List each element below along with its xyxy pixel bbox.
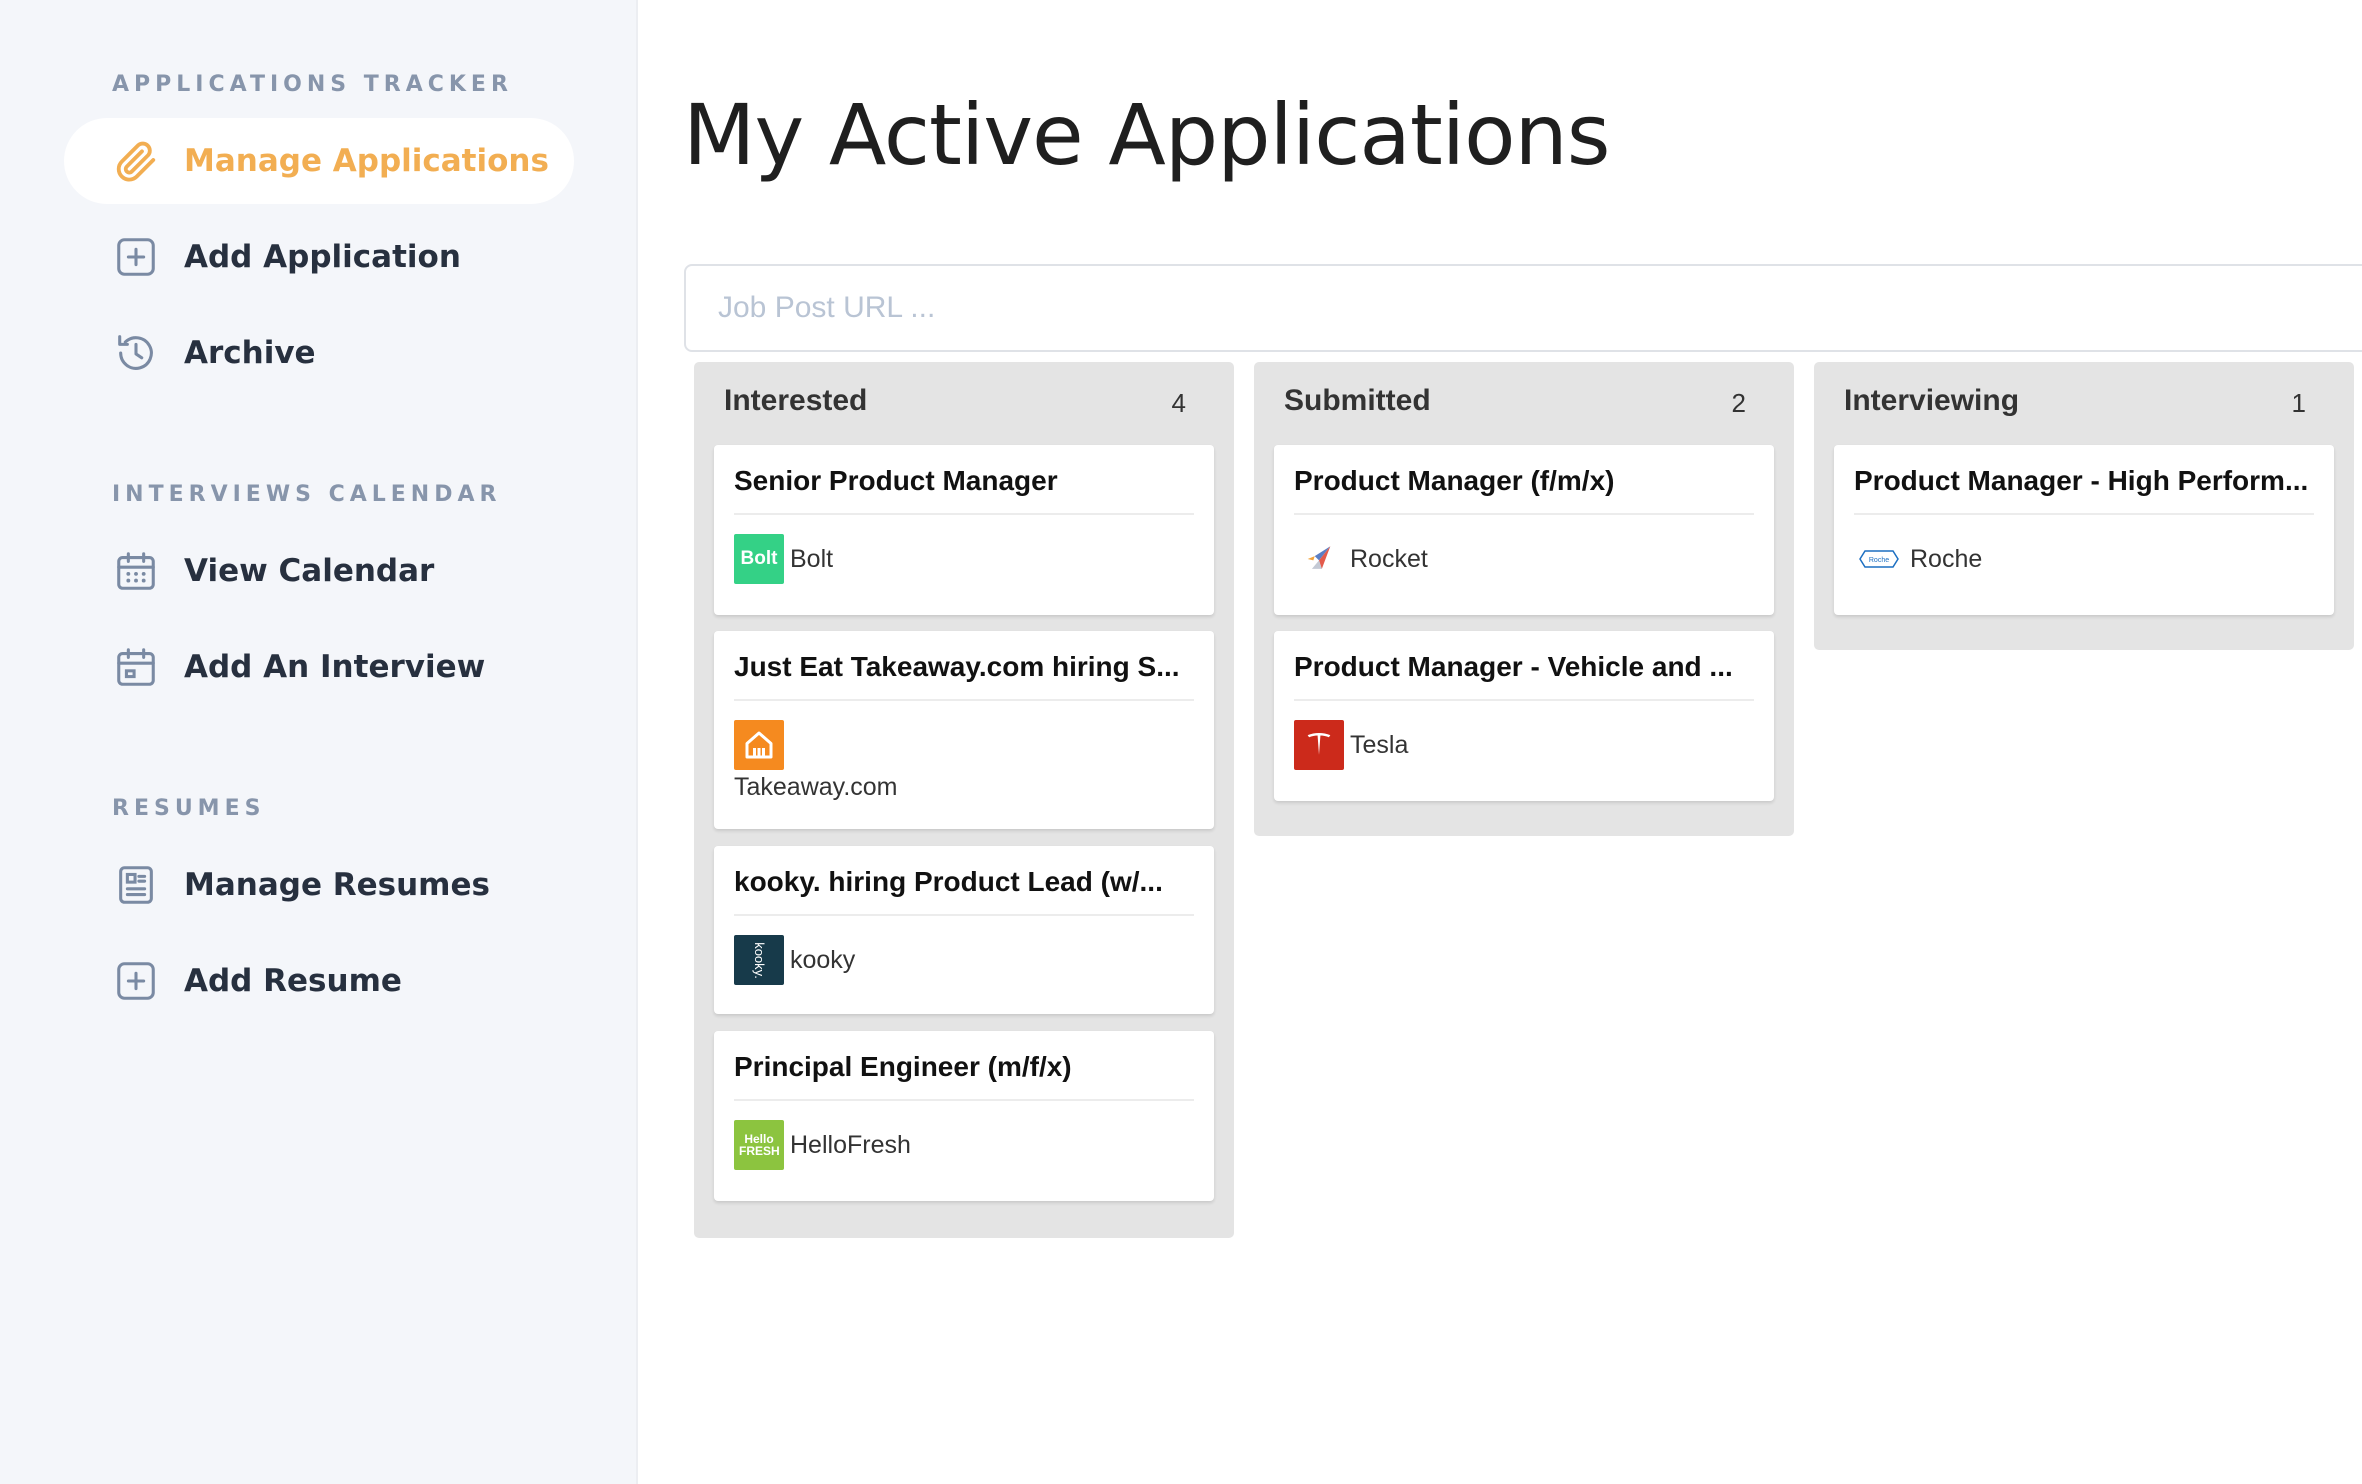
- card-title: Product Manager - High Perform...: [1854, 445, 2314, 515]
- bolt-logo-icon: Bolt: [734, 534, 784, 584]
- company-row: Roche Roche: [1854, 534, 1982, 584]
- section-title-resumes: RESUMES: [112, 796, 266, 821]
- nav-archive[interactable]: Archive: [64, 310, 574, 396]
- nav-view-calendar[interactable]: View Calendar: [64, 528, 574, 614]
- card-title: kooky. hiring Product Lead (w/...: [734, 846, 1194, 916]
- company-name: Rocket: [1350, 544, 1428, 573]
- nav-add-interview-label: Add An Interview: [184, 649, 486, 685]
- page-title: My Active Applications: [683, 86, 1611, 184]
- roche-logo-icon: Roche: [1854, 534, 1904, 584]
- column-interested: Interested 4 Senior Product Manager Bolt…: [694, 362, 1234, 1238]
- column-header: Submitted 2: [1254, 362, 1794, 444]
- nav-view-calendar-label: View Calendar: [184, 553, 435, 589]
- hellofresh-logo-icon: Hello FRESH: [734, 1120, 784, 1170]
- column-header: Interested 4: [694, 362, 1234, 444]
- history-icon: [112, 329, 160, 377]
- nav-manage-applications-label: Manage Applications: [184, 143, 549, 179]
- company-row: Hello FRESH HelloFresh: [734, 1120, 911, 1170]
- company-name: Bolt: [790, 544, 834, 573]
- company-name: Takeaway.com: [734, 773, 898, 801]
- nav-add-application-label: Add Application: [184, 239, 461, 275]
- card-title: Product Manager (f/m/x): [1294, 445, 1754, 515]
- column-name: Interested: [724, 384, 868, 417]
- column-count: 2: [1731, 388, 1746, 418]
- column-interviewing: Interviewing 1 Product Manager - High Pe…: [1814, 362, 2354, 650]
- calendar-icon: [112, 547, 160, 595]
- application-card[interactable]: Principal Engineer (m/f/x) Hello FRESH H…: [714, 1031, 1214, 1201]
- application-card[interactable]: Just Eat Takeaway.com hiring S... Takeaw…: [714, 631, 1214, 829]
- column-submitted: Submitted 2 Product Manager (f/m/x) Rock…: [1254, 362, 1794, 836]
- job-post-url-input[interactable]: [684, 264, 2362, 352]
- company-row: Rocket: [1294, 534, 1428, 584]
- card-title: Product Manager - Vehicle and ...: [1294, 631, 1754, 701]
- company-row: [734, 720, 784, 770]
- card-title: Principal Engineer (m/f/x): [734, 1031, 1194, 1101]
- application-card[interactable]: Product Manager - Vehicle and ... Tesla: [1274, 631, 1774, 801]
- kooky-logo-icon: kooky.: [734, 935, 784, 985]
- sidebar: APPLICATIONS TRACKER Manage Applications…: [0, 0, 638, 1484]
- application-card[interactable]: kooky. hiring Product Lead (w/... kooky.…: [714, 846, 1214, 1014]
- plus-square-icon: [112, 957, 160, 1005]
- company-row: Tesla: [1294, 720, 1408, 770]
- column-name: Interviewing: [1844, 384, 2020, 417]
- company-name: kooky: [790, 945, 856, 974]
- nav-add-resume-label: Add Resume: [184, 963, 402, 999]
- company-name: HelloFresh: [790, 1130, 911, 1159]
- section-title-applications-tracker: APPLICATIONS TRACKER: [112, 72, 513, 97]
- company-row: Bolt Bolt: [734, 534, 833, 584]
- application-card[interactable]: Senior Product Manager Bolt Bolt: [714, 445, 1214, 615]
- takeaway-logo-icon: [734, 720, 784, 770]
- nav-manage-resumes[interactable]: Manage Resumes: [64, 842, 574, 928]
- company-name: Roche: [1910, 544, 1983, 573]
- svg-text:Roche: Roche: [1869, 557, 1889, 564]
- section-title-interviews-calendar: INTERVIEWS CALENDAR: [112, 482, 502, 507]
- plus-square-icon: [112, 233, 160, 281]
- column-count: 4: [1171, 388, 1186, 418]
- company-row: kooky. kooky: [734, 935, 855, 985]
- document-icon: [112, 861, 160, 909]
- card-title: Just Eat Takeaway.com hiring S...: [734, 631, 1194, 701]
- card-title: Senior Product Manager: [734, 445, 1194, 515]
- nav-add-interview[interactable]: Add An Interview: [64, 624, 574, 710]
- application-card[interactable]: Product Manager (f/m/x) Rocket: [1274, 445, 1774, 615]
- application-card[interactable]: Product Manager - High Perform... Roche …: [1834, 445, 2334, 615]
- tesla-logo-icon: [1294, 720, 1344, 770]
- rocket-logo-icon: [1294, 534, 1344, 584]
- column-header: Interviewing 1: [1814, 362, 2354, 444]
- paperclip-icon: [112, 137, 160, 185]
- nav-add-resume[interactable]: Add Resume: [64, 938, 574, 1024]
- nav-add-application[interactable]: Add Application: [64, 214, 574, 300]
- column-name: Submitted: [1284, 384, 1431, 417]
- calendar-add-icon: [112, 643, 160, 691]
- company-name: Tesla: [1350, 730, 1409, 759]
- nav-manage-resumes-label: Manage Resumes: [184, 867, 490, 903]
- nav-archive-label: Archive: [184, 335, 316, 371]
- nav-manage-applications[interactable]: Manage Applications: [64, 118, 574, 204]
- column-count: 1: [2291, 388, 2306, 418]
